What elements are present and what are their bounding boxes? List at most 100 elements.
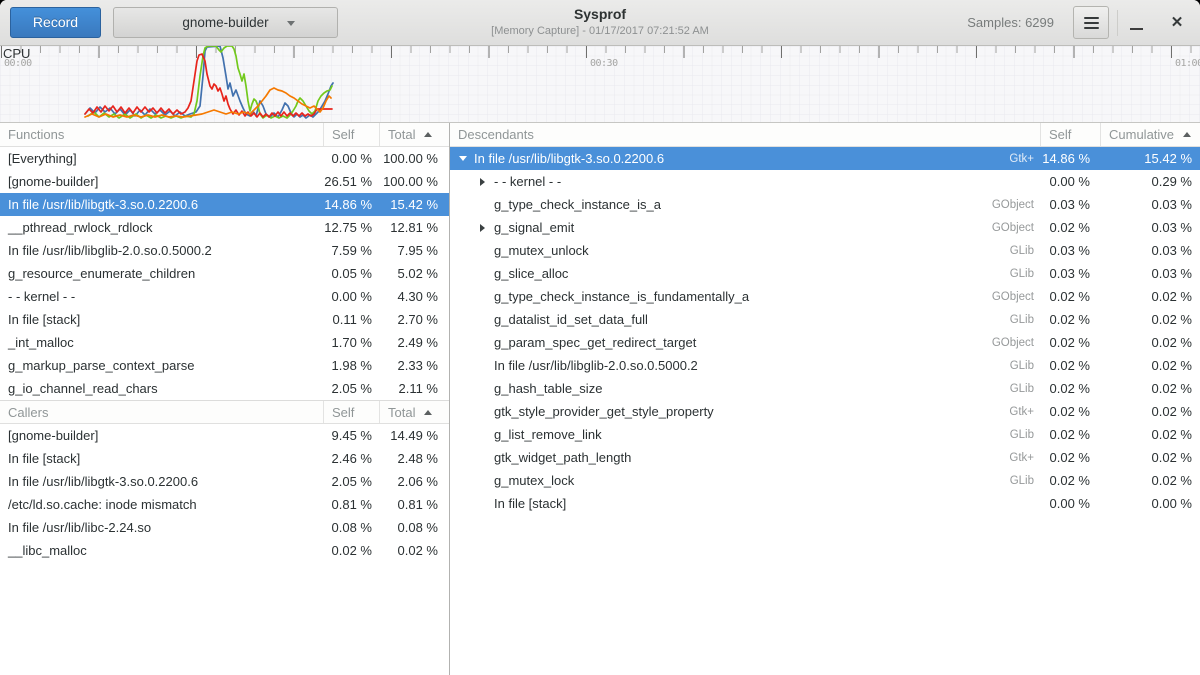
table-row[interactable]: g_resource_enumerate_children0.05 %5.02 … [0,262,449,285]
column-header-total[interactable]: Total [379,401,449,423]
minimize-icon [1130,28,1143,31]
row-function-name: g_hash_table_size [490,381,602,396]
column-header-self[interactable]: Self [323,401,379,423]
sort-ascending-icon [424,410,432,415]
row-function-name: In file /usr/lib/libgtk-3.so.0.2200.6 [470,151,664,166]
tree-row[interactable]: g_param_spec_get_redirect_targetGObject0… [450,331,1200,354]
tree-row[interactable]: g_mutex_unlockGLib0.03 %0.03 % [450,239,1200,262]
record-button[interactable]: Record [10,7,101,38]
expander-collapsed-icon[interactable] [475,178,490,186]
tree-row[interactable]: gtk_widget_path_lengthGtk+0.02 %0.02 % [450,446,1200,469]
row-function-name: g_param_spec_get_redirect_target [490,335,696,350]
table-row[interactable]: In file /usr/lib/libgtk-3.so.0.2200.62.0… [0,470,449,493]
tree-row[interactable]: g_slice_allocGLib0.03 %0.03 % [450,262,1200,285]
row-total-value: 0.81 % [379,497,449,512]
expander-collapsed-icon[interactable] [475,224,490,232]
tree-row[interactable]: g_list_remove_linkGLib0.02 %0.02 % [450,423,1200,446]
row-total-value: 15.42 % [379,197,449,212]
row-self-value: 0.05 % [323,266,379,281]
tree-row[interactable]: g_hash_table_sizeGLib0.02 %0.02 % [450,377,1200,400]
row-function-name: [gnome-builder] [0,428,323,443]
row-cumulative-value: 0.02 % [1100,404,1200,419]
row-self-value: 0.00 % [1040,496,1100,511]
window-titlebar[interactable]: Record gnome-builder Sysprof [Memory Cap… [0,0,1200,46]
row-function-name: In file [stack] [0,451,323,466]
functions-header-row: Functions Self Total [0,123,449,147]
sort-ascending-icon [424,132,432,137]
callers-list: [gnome-builder]9.45 %14.49 %In file [sta… [0,424,449,562]
row-total-value: 0.08 % [379,520,449,535]
row-self-value: 2.46 % [323,451,379,466]
row-total-value: 2.06 % [379,474,449,489]
tree-row[interactable]: g_type_check_instance_is_fundamentally_a… [450,285,1200,308]
row-function-name: _int_malloc [0,335,323,350]
tree-row[interactable]: g_signal_emitGObject0.02 %0.03 % [450,216,1200,239]
table-row[interactable]: g_io_channel_read_chars2.05 %2.11 % [0,377,449,400]
row-function-name: gtk_style_provider_get_style_property [490,404,714,419]
row-cumulative-value: 0.02 % [1100,473,1200,488]
row-self-value: 0.02 % [1040,404,1100,419]
table-row[interactable]: __pthread_rwlock_rdlock12.75 %12.81 % [0,216,449,239]
table-row[interactable]: [Everything]0.00 %100.00 % [0,147,449,170]
row-function-name: - - kernel - - [490,174,561,189]
tree-row[interactable]: - - kernel - -0.00 %0.29 % [450,170,1200,193]
column-header-self[interactable]: Self [1040,123,1100,146]
row-total-value: 100.00 % [379,151,449,166]
row-function-name: g_signal_emit [490,220,574,235]
column-header-descendants[interactable]: Descendants [450,123,1040,146]
row-self-value: 0.03 % [1040,243,1100,258]
library-badge: Gtk+ [1009,406,1040,418]
target-process-label: gnome-builder [182,15,268,30]
table-row[interactable]: /etc/ld.so.cache: inode mismatch0.81 %0.… [0,493,449,516]
column-header-total[interactable]: Total [379,123,449,146]
tree-row[interactable]: In file [stack]0.00 %0.00 % [450,492,1200,515]
table-row[interactable]: g_markup_parse_context_parse1.98 %2.33 % [0,354,449,377]
row-name-cell: g_slice_alloc [450,266,1010,281]
column-header-cumulative[interactable]: Cumulative [1100,123,1200,146]
row-self-value: 0.81 % [323,497,379,512]
row-cumulative-value: 0.03 % [1100,220,1200,235]
tree-row[interactable]: gtk_style_provider_get_style_property Gtk… [450,400,1200,423]
tree-row[interactable]: In file /usr/lib/libglib-2.0.so.0.5000.2… [450,354,1200,377]
sysprof-window: Record gnome-builder Sysprof [Memory Cap… [0,0,1200,675]
row-name-cell: gtk_widget_path_length [450,450,1009,465]
row-self-value: 0.02 % [1040,473,1100,488]
tree-row[interactable]: g_type_check_instance_is_aGObject0.03 %0… [450,193,1200,216]
table-row[interactable]: In file /usr/lib/libglib-2.0.so.0.5000.2… [0,239,449,262]
profile-content: Functions Self Total [Everything]0.00 %1… [0,123,1200,675]
table-row[interactable]: In file /usr/lib/libc-2.24.so0.08 %0.08 … [0,516,449,539]
table-row[interactable]: [gnome-builder]9.45 %14.49 % [0,424,449,447]
table-row[interactable]: In file [stack]0.11 %2.70 % [0,308,449,331]
table-row[interactable]: _int_malloc1.70 %2.49 % [0,331,449,354]
row-function-name: g_slice_alloc [490,266,568,281]
close-button[interactable]: ✕ [1164,6,1190,39]
tree-row[interactable]: g_mutex_lockGLib0.02 %0.02 % [450,469,1200,492]
row-self-value: 2.05 % [323,381,379,396]
column-header-functions[interactable]: Functions [0,123,323,146]
cpu-graph[interactable]: CPU 00:0000:3001:00 [0,46,1200,123]
minimize-button[interactable] [1125,6,1149,39]
library-badge: GLib [1010,360,1040,372]
library-badge: GLib [1010,429,1040,441]
library-badge: GLib [1010,383,1040,395]
table-row[interactable]: In file /usr/lib/libgtk-3.so.0.2200.614.… [0,193,449,216]
row-function-name: g_resource_enumerate_children [0,266,323,281]
table-row[interactable]: In file [stack]2.46 %2.48 % [0,447,449,470]
row-function-name: g_datalist_id_set_data_full [490,312,648,327]
row-self-value: 0.00 % [323,289,379,304]
row-function-name: - - kernel - - [0,289,323,304]
row-cumulative-value: 0.00 % [1100,496,1200,511]
menu-button[interactable] [1073,6,1109,39]
table-row[interactable]: __libc_malloc0.02 %0.02 % [0,539,449,562]
row-name-cell: In file [stack] [450,496,1040,511]
tree-row[interactable]: In file /usr/lib/libgtk-3.so.0.2200.6Gtk… [450,147,1200,170]
tree-row[interactable]: g_datalist_id_set_data_fullGLib0.02 %0.0… [450,308,1200,331]
column-header-self[interactable]: Self [323,123,379,146]
table-row[interactable]: [gnome-builder]26.51 %100.00 % [0,170,449,193]
column-header-callers[interactable]: Callers [0,401,323,423]
row-function-name: [Everything] [0,151,323,166]
row-self-value: 12.75 % [323,220,379,235]
expander-expanded-icon[interactable] [455,156,470,161]
library-badge: GObject [992,337,1040,349]
table-row[interactable]: - - kernel - -0.00 %4.30 % [0,285,449,308]
